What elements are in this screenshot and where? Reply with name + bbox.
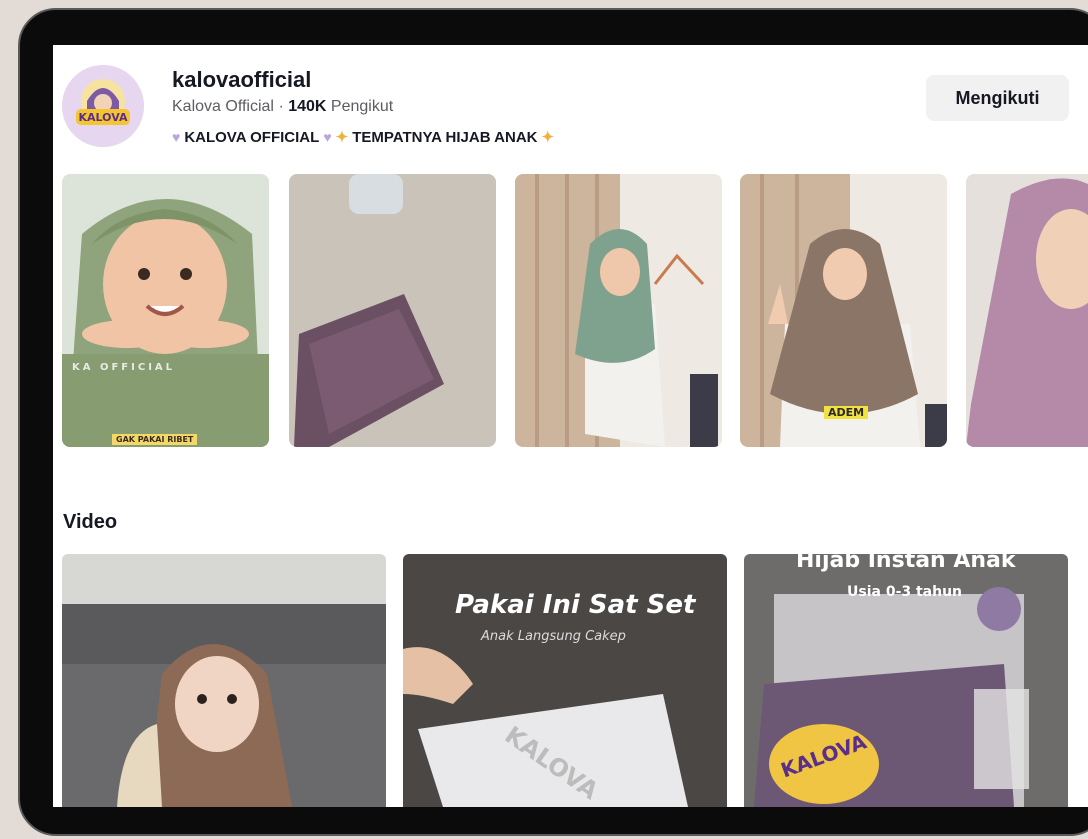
following-button[interactable]: Mengikuti bbox=[926, 75, 1069, 121]
video-overlay-title: Pakai Ini Sat Set bbox=[455, 590, 696, 620]
purple-heart-icon: ♥ bbox=[323, 129, 332, 145]
followers-label: Pengikut bbox=[330, 98, 394, 115]
photo-badge: ADEM bbox=[824, 406, 869, 419]
kalova-logo-icon: KALOVA bbox=[62, 65, 144, 147]
bio-text-1: KALOVA OFFICIAL bbox=[184, 128, 320, 146]
video-overlay-subtitle: Anak Langsung Cakep bbox=[481, 629, 626, 644]
display-name: Kalova Official bbox=[172, 98, 274, 115]
followers-count: 140K bbox=[288, 98, 327, 115]
video-thumbnail[interactable] bbox=[62, 554, 386, 807]
video-overlay-subtitle: Usia 0-3 tahun bbox=[847, 584, 963, 600]
video-overlay-title: Hijab Instan Anak bbox=[796, 554, 1016, 573]
purple-heart-icon: ♥ bbox=[172, 129, 181, 145]
avatar-logo-text: KALOVA bbox=[79, 111, 128, 124]
profile-subline: Kalova Official · 140K Pengikut bbox=[172, 98, 393, 116]
sparkle-icon: ✦ bbox=[541, 129, 555, 146]
photo-thumbnail[interactable] bbox=[515, 174, 722, 447]
video-thumbnail[interactable]: Pakai Ini Sat Set Anak Langsung Cakep KA… bbox=[403, 554, 727, 807]
photo-thumbnail[interactable] bbox=[966, 174, 1088, 447]
photo-badge: GAK PAKAI RIBET bbox=[112, 434, 198, 445]
username: kalovaofficial bbox=[172, 67, 312, 92]
sparkle-icon: ✦ bbox=[335, 129, 349, 146]
separator: · bbox=[278, 98, 284, 115]
photo-thumbnail[interactable]: KA OFFICIAL GAK PAKAI RIBET bbox=[62, 174, 269, 447]
video-section-title: Video bbox=[63, 511, 118, 533]
photo-thumbnail[interactable]: ADEM bbox=[740, 174, 947, 447]
profile-screen: KALOVA kalovaofficial Kalova Official · … bbox=[53, 45, 1088, 807]
photo-caption: KA OFFICIAL bbox=[72, 362, 176, 373]
profile-bio: ♥ KALOVA OFFICIAL ♥ ✦ TEMPATNYA HIJAB AN… bbox=[172, 128, 555, 147]
photo-thumbnail[interactable] bbox=[289, 174, 496, 447]
bio-text-2: TEMPATNYA HIJAB ANAK bbox=[352, 128, 538, 146]
video-thumbnail[interactable]: Hijab Instan Anak Usia 0-3 tahun KALOVA bbox=[744, 554, 1068, 807]
avatar[interactable]: KALOVA bbox=[62, 65, 144, 147]
profile-header: KALOVA kalovaofficial Kalova Official · … bbox=[53, 45, 1088, 165]
